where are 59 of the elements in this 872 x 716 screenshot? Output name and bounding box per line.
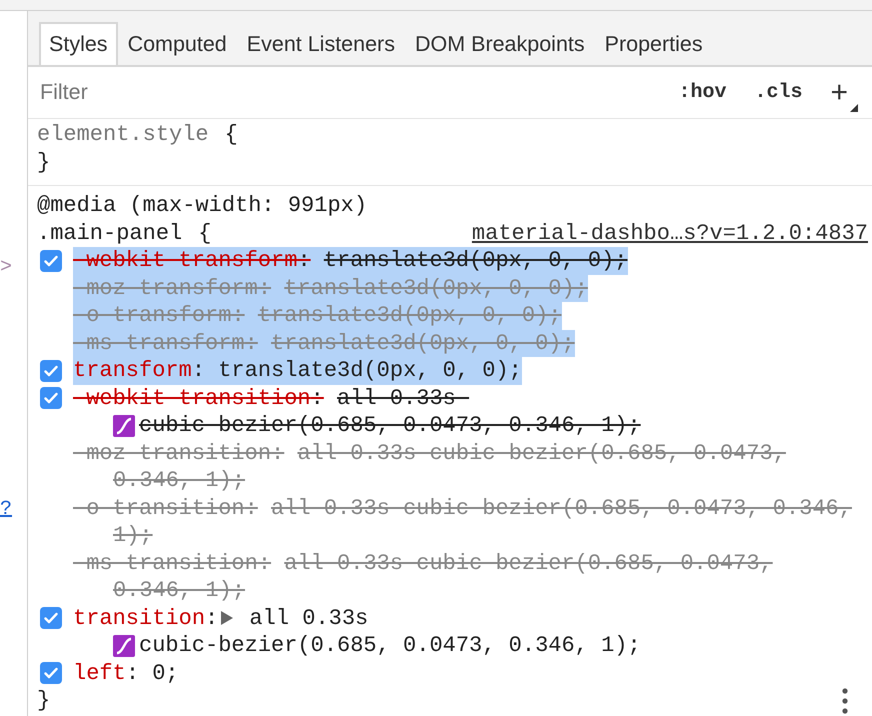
property-name: -ms-transform: <box>73 330 258 357</box>
property-name: transform: <box>73 357 206 384</box>
expand-triangle-icon <box>220 610 234 626</box>
panel-tab[interactable]: Properties <box>594 22 713 65</box>
panel-tab[interactable]: Computed <box>118 22 237 65</box>
property-name: -webkit-transition: <box>73 384 324 412</box>
property-value: 1); <box>113 522 153 550</box>
property-name: left: <box>73 660 140 687</box>
property-name: transition: <box>73 604 218 632</box>
source-link[interactable]: material-dashbo…s?v=1.2.0:4837 <box>472 220 868 247</box>
new-rule-button[interactable]: + <box>824 78 858 108</box>
property-value: all 0.33s <box>248 604 368 632</box>
property-name: -moz-transform: <box>73 274 272 302</box>
property-name: -o-transition: <box>73 494 258 522</box>
check-icon <box>44 392 58 404</box>
property-value: cubic-bezier(0.685, 0.0473, 0.346, 1); <box>139 632 641 660</box>
close-brace: } <box>37 148 50 176</box>
caret-mark: > <box>0 256 14 280</box>
panel-tab[interactable]: Styles <box>39 22 118 65</box>
corner-triangle-icon <box>850 104 858 112</box>
property-value: 0.346, 1); <box>113 467 246 494</box>
property-checkbox[interactable] <box>40 250 62 272</box>
bezier-curve-icon <box>113 414 135 437</box>
property-value: translate3d(0px, 0, 0); <box>218 357 522 384</box>
check-icon <box>44 364 58 377</box>
check-icon <box>44 667 58 680</box>
media-query: @media (max-width: 991px) <box>37 192 368 220</box>
property-name: -o-transform: <box>73 302 245 330</box>
property-checkbox[interactable] <box>40 387 62 410</box>
bezier-curve-icon <box>113 634 135 657</box>
property-value: all 0.33s cubic-bezier(0.685, 0.0473, <box>284 550 773 577</box>
property-value: all 0.33s cubic-bezier(0.685, 0.0473, <box>297 440 786 467</box>
property-name: -ms-transition: <box>73 550 272 577</box>
property-value: translate3d(0px, 0, 0); <box>258 302 562 330</box>
toolbar-button[interactable]: .cls <box>748 78 808 108</box>
property-checkbox[interactable] <box>40 607 62 630</box>
property-checkbox[interactable] <box>40 360 62 382</box>
property-name: -moz-transition: <box>73 440 284 467</box>
css-selector: .main-panel <box>37 220 182 247</box>
property-value: translate3d(0px, 0, 0); <box>271 330 575 357</box>
css-selector: element.style <box>37 121 209 148</box>
close-brace: } <box>37 687 50 714</box>
check-icon <box>44 254 58 267</box>
property-value: 0.346, 1); <box>113 577 246 604</box>
open-brace: { <box>224 121 238 148</box>
help-link[interactable]: ? <box>0 498 27 522</box>
property-name: -webkit-transform: <box>73 247 311 274</box>
property-value: cubic-bezier(0.685, 0.0473, 0.346, 1); <box>139 412 641 440</box>
panel-tab[interactable]: Event Listeners <box>236 22 405 65</box>
property-value: translate3d(0px, 0, 0); <box>284 274 588 302</box>
property-checkbox[interactable] <box>40 662 62 684</box>
property-value: translate3d(0px, 0, 0); <box>324 247 628 274</box>
property-value: 0; <box>152 660 179 687</box>
more-options-icon <box>842 688 848 714</box>
toolbar-button[interactable]: :hov <box>672 78 732 108</box>
check-icon <box>44 612 58 624</box>
panel-tab[interactable]: DOM Breakpoints <box>404 22 595 65</box>
open-brace: { <box>198 220 212 247</box>
property-value: all 0.33s cubic-bezier(0.685, 0.0473, 0.346, <box>271 494 852 522</box>
